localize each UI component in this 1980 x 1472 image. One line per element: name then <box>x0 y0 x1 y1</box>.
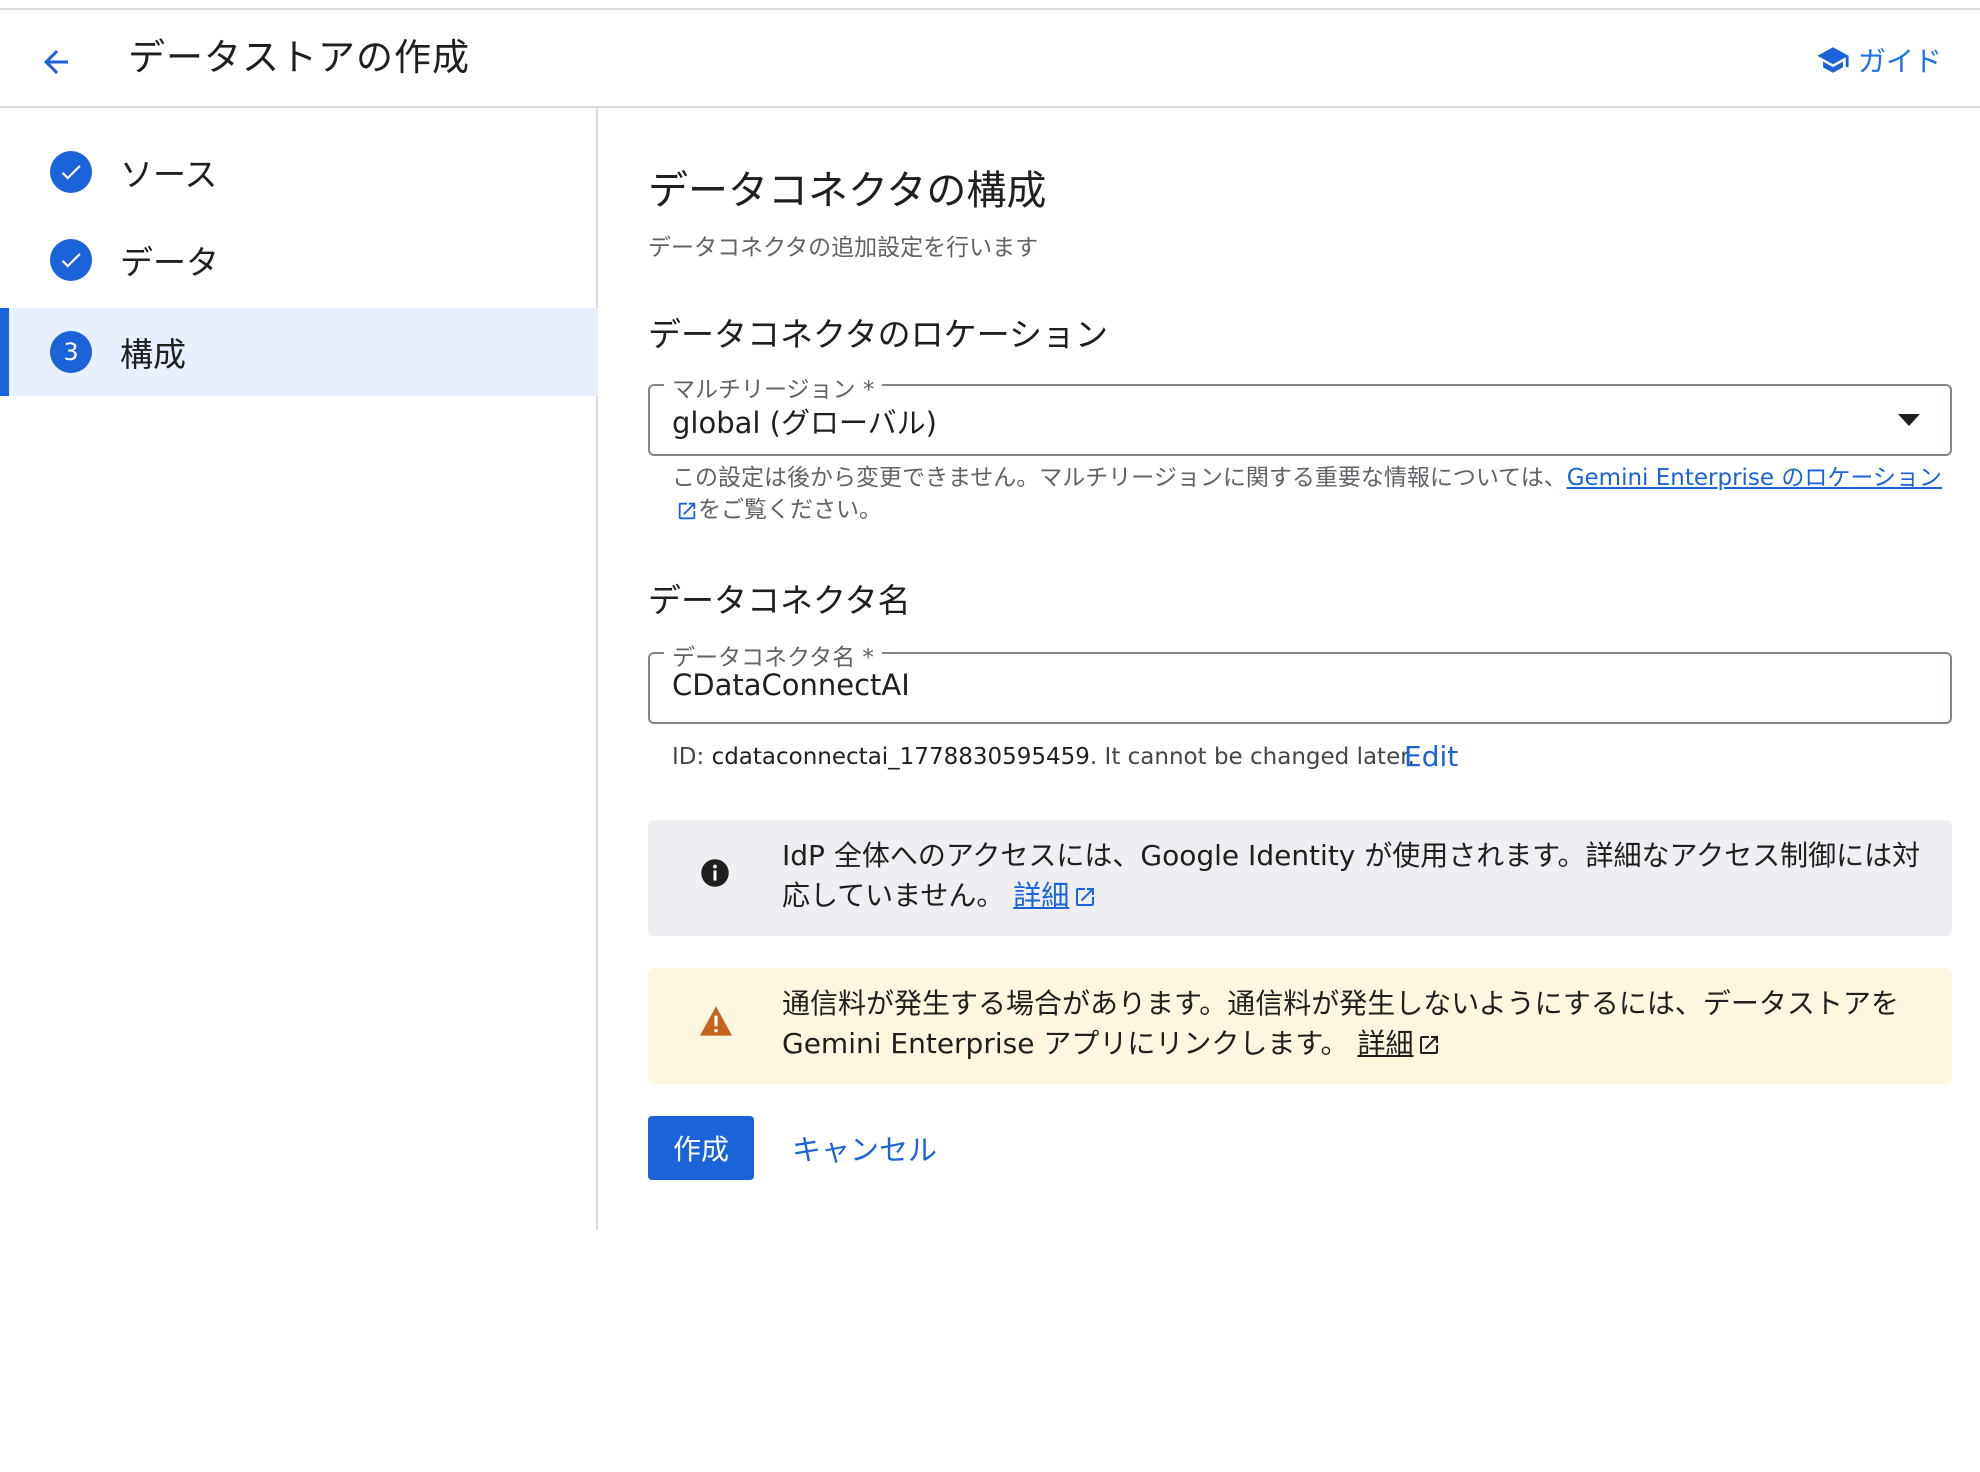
info-banner-text: IdP 全体へのアクセスには、Google Identity が使用されます。詳… <box>782 839 1921 912</box>
section-title: データコネクタの構成 <box>648 168 1047 214</box>
name-heading: データコネクタ名 <box>648 581 911 620</box>
page-title: データストアの作成 <box>128 36 470 79</box>
step-label: ソース <box>120 155 218 194</box>
step-data[interactable]: データ <box>0 216 598 304</box>
info-icon <box>701 859 729 887</box>
field-label: データコネクタ名 * <box>664 638 882 672</box>
connector-name-input[interactable]: データコネクタ名 * CDataConnectAI <box>648 638 1952 724</box>
step-config[interactable]: 3 構成 <box>0 308 598 396</box>
info-details-link[interactable]: 詳細 <box>1013 879 1069 912</box>
guide-label: ガイド <box>1857 45 1942 78</box>
warning-details-link[interactable]: 詳細 <box>1357 1027 1413 1060</box>
info-banner: IdP 全体へのアクセスには、Google Identity が使用されます。詳… <box>648 820 1952 936</box>
location-heading: データコネクタのロケーション <box>648 315 1109 354</box>
field-value: global (グローバル) <box>672 406 938 440</box>
edit-id-link[interactable]: Edit <box>1404 740 1458 773</box>
section-subtitle: データコネクタの追加設定を行います <box>648 235 1039 261</box>
warning-icon <box>700 1006 732 1036</box>
back-button[interactable] <box>32 38 80 86</box>
check-circle-icon <box>50 151 92 193</box>
field-value: CDataConnectAI <box>672 668 910 702</box>
multiregion-select[interactable]: マルチリージョン * global (グローバル) <box>648 370 1952 456</box>
arrow-back-icon <box>44 50 68 74</box>
warning-banner: 通信料が発生する場合があります。通信料が発生しないようにするには、データストアを… <box>648 968 1952 1084</box>
open-in-new-icon <box>678 502 696 519</box>
step-number-badge: 3 <box>50 331 92 373</box>
location-hint: この設定は後から変更できません。マルチリージョンに関する重要な情報については、G… <box>672 465 1942 523</box>
connector-id: cdataconnectai_1778830595459 <box>711 744 1090 770</box>
field-label: マルチリージョン * <box>664 370 883 404</box>
connector-id-row: ID: cdataconnectai_1778830595459. It can… <box>672 740 1459 773</box>
page-header: データストアの作成 ガイド <box>0 10 1980 108</box>
warning-banner-text: 通信料が発生する場合があります。通信料が発生しないようにするには、データストアを… <box>782 987 1899 1060</box>
location-docs-link[interactable]: Gemini Enterprise のロケーション <box>1567 465 1942 491</box>
open-in-new-icon <box>1420 1036 1439 1054</box>
school-icon <box>1817 47 1849 73</box>
cancel-button[interactable]: キャンセル <box>792 1116 937 1180</box>
create-button[interactable]: 作成 <box>648 1116 754 1180</box>
step-label: 構成 <box>120 335 186 374</box>
guide-link[interactable]: ガイド <box>1816 38 1942 82</box>
dropdown-arrow-icon <box>1898 414 1920 426</box>
step-source[interactable]: ソース <box>0 128 598 216</box>
stepper-sidebar: ソース データ 3 構成 <box>0 108 598 1230</box>
check-circle-icon <box>50 239 92 281</box>
open-in-new-icon <box>1076 888 1095 906</box>
step-label: データ <box>120 243 219 282</box>
